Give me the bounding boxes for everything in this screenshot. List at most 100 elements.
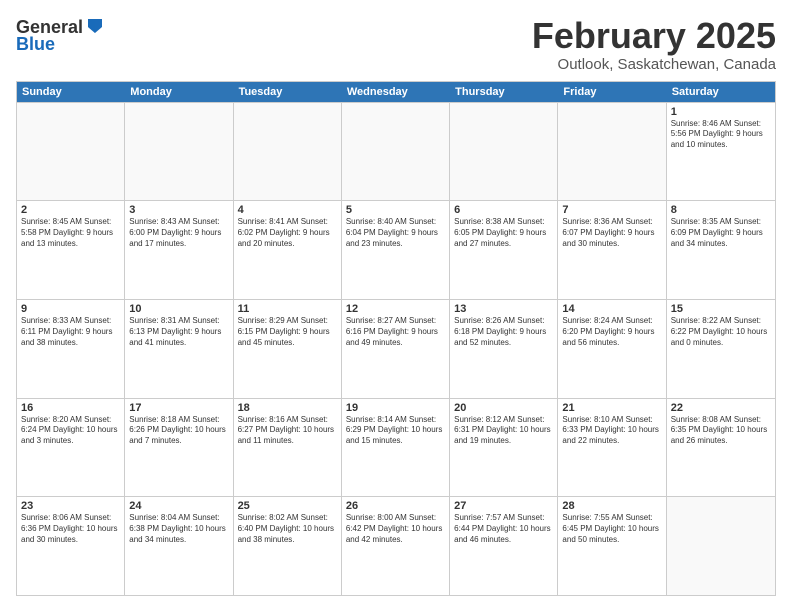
calendar: Sunday Monday Tuesday Wednesday Thursday… bbox=[16, 81, 776, 596]
cell-0-4 bbox=[450, 103, 558, 201]
cell-date-4-5: 28 bbox=[562, 500, 661, 512]
cell-date-3-3: 19 bbox=[346, 402, 445, 414]
cell-info-1-4: Sunrise: 8:38 AM Sunset: 6:05 PM Dayligh… bbox=[454, 217, 553, 249]
cell-info-4-5: Sunrise: 7:55 AM Sunset: 6:45 PM Dayligh… bbox=[562, 513, 661, 545]
cell-4-4: 27Sunrise: 7:57 AM Sunset: 6:44 PM Dayli… bbox=[450, 497, 558, 595]
cell-date-1-0: 2 bbox=[21, 204, 120, 216]
cell-0-6: 1Sunrise: 8:46 AM Sunset: 5:56 PM Daylig… bbox=[667, 103, 775, 201]
header-saturday: Saturday bbox=[667, 82, 775, 102]
cell-date-3-2: 18 bbox=[238, 402, 337, 414]
cell-4-3: 26Sunrise: 8:00 AM Sunset: 6:42 PM Dayli… bbox=[342, 497, 450, 595]
cell-date-4-0: 23 bbox=[21, 500, 120, 512]
cell-0-3 bbox=[342, 103, 450, 201]
cell-info-2-6: Sunrise: 8:22 AM Sunset: 6:22 PM Dayligh… bbox=[671, 316, 771, 348]
cell-info-2-0: Sunrise: 8:33 AM Sunset: 6:11 PM Dayligh… bbox=[21, 316, 120, 348]
logo-flag-icon bbox=[84, 16, 106, 38]
header-thursday: Thursday bbox=[450, 82, 558, 102]
cell-date-2-6: 15 bbox=[671, 303, 771, 315]
cell-date-4-2: 25 bbox=[238, 500, 337, 512]
cell-date-2-1: 10 bbox=[129, 303, 228, 315]
header: General Blue February 2025 Outlook, Sask… bbox=[16, 16, 776, 73]
cell-info-1-1: Sunrise: 8:43 AM Sunset: 6:00 PM Dayligh… bbox=[129, 217, 228, 249]
cell-info-3-0: Sunrise: 8:20 AM Sunset: 6:24 PM Dayligh… bbox=[21, 415, 120, 447]
cell-date-1-1: 3 bbox=[129, 204, 228, 216]
cell-date-4-4: 27 bbox=[454, 500, 553, 512]
cell-date-2-0: 9 bbox=[21, 303, 120, 315]
cell-date-3-6: 22 bbox=[671, 402, 771, 414]
cell-info-3-5: Sunrise: 8:10 AM Sunset: 6:33 PM Dayligh… bbox=[562, 415, 661, 447]
cell-3-6: 22Sunrise: 8:08 AM Sunset: 6:35 PM Dayli… bbox=[667, 399, 775, 497]
location: Outlook, Saskatchewan, Canada bbox=[532, 56, 776, 73]
cell-date-3-1: 17 bbox=[129, 402, 228, 414]
cell-4-2: 25Sunrise: 8:02 AM Sunset: 6:40 PM Dayli… bbox=[234, 497, 342, 595]
cell-date-2-4: 13 bbox=[454, 303, 553, 315]
cell-info-2-5: Sunrise: 8:24 AM Sunset: 6:20 PM Dayligh… bbox=[562, 316, 661, 348]
cell-3-4: 20Sunrise: 8:12 AM Sunset: 6:31 PM Dayli… bbox=[450, 399, 558, 497]
cell-4-1: 24Sunrise: 8:04 AM Sunset: 6:38 PM Dayli… bbox=[125, 497, 233, 595]
cell-info-4-2: Sunrise: 8:02 AM Sunset: 6:40 PM Dayligh… bbox=[238, 513, 337, 545]
cell-info-1-0: Sunrise: 8:45 AM Sunset: 5:58 PM Dayligh… bbox=[21, 217, 120, 249]
cell-date-1-5: 7 bbox=[562, 204, 661, 216]
cell-1-4: 6Sunrise: 8:38 AM Sunset: 6:05 PM Daylig… bbox=[450, 201, 558, 299]
week-row-0: 1Sunrise: 8:46 AM Sunset: 5:56 PM Daylig… bbox=[17, 102, 775, 201]
cell-2-0: 9Sunrise: 8:33 AM Sunset: 6:11 PM Daylig… bbox=[17, 300, 125, 398]
week-row-3: 16Sunrise: 8:20 AM Sunset: 6:24 PM Dayli… bbox=[17, 398, 775, 497]
cell-info-1-3: Sunrise: 8:40 AM Sunset: 6:04 PM Dayligh… bbox=[346, 217, 445, 249]
cell-3-3: 19Sunrise: 8:14 AM Sunset: 6:29 PM Dayli… bbox=[342, 399, 450, 497]
cell-info-1-5: Sunrise: 8:36 AM Sunset: 6:07 PM Dayligh… bbox=[562, 217, 661, 249]
cell-info-1-2: Sunrise: 8:41 AM Sunset: 6:02 PM Dayligh… bbox=[238, 217, 337, 249]
cell-info-0-6: Sunrise: 8:46 AM Sunset: 5:56 PM Dayligh… bbox=[671, 119, 771, 151]
cell-1-2: 4Sunrise: 8:41 AM Sunset: 6:02 PM Daylig… bbox=[234, 201, 342, 299]
header-friday: Friday bbox=[558, 82, 666, 102]
cell-2-4: 13Sunrise: 8:26 AM Sunset: 6:18 PM Dayli… bbox=[450, 300, 558, 398]
page: General Blue February 2025 Outlook, Sask… bbox=[0, 0, 792, 612]
header-wednesday: Wednesday bbox=[342, 82, 450, 102]
cell-0-2 bbox=[234, 103, 342, 201]
cell-date-3-4: 20 bbox=[454, 402, 553, 414]
header-sunday: Sunday bbox=[17, 82, 125, 102]
cell-info-3-2: Sunrise: 8:16 AM Sunset: 6:27 PM Dayligh… bbox=[238, 415, 337, 447]
cell-1-6: 8Sunrise: 8:35 AM Sunset: 6:09 PM Daylig… bbox=[667, 201, 775, 299]
cell-info-4-0: Sunrise: 8:06 AM Sunset: 6:36 PM Dayligh… bbox=[21, 513, 120, 545]
cell-3-5: 21Sunrise: 8:10 AM Sunset: 6:33 PM Dayli… bbox=[558, 399, 666, 497]
cell-4-5: 28Sunrise: 7:55 AM Sunset: 6:45 PM Dayli… bbox=[558, 497, 666, 595]
week-row-2: 9Sunrise: 8:33 AM Sunset: 6:11 PM Daylig… bbox=[17, 299, 775, 398]
cell-date-2-5: 14 bbox=[562, 303, 661, 315]
week-row-1: 2Sunrise: 8:45 AM Sunset: 5:58 PM Daylig… bbox=[17, 200, 775, 299]
cell-2-6: 15Sunrise: 8:22 AM Sunset: 6:22 PM Dayli… bbox=[667, 300, 775, 398]
calendar-body: 1Sunrise: 8:46 AM Sunset: 5:56 PM Daylig… bbox=[17, 102, 775, 595]
cell-info-4-3: Sunrise: 8:00 AM Sunset: 6:42 PM Dayligh… bbox=[346, 513, 445, 545]
cell-info-3-3: Sunrise: 8:14 AM Sunset: 6:29 PM Dayligh… bbox=[346, 415, 445, 447]
title-block: February 2025 Outlook, Saskatchewan, Can… bbox=[532, 16, 776, 73]
cell-date-2-2: 11 bbox=[238, 303, 337, 315]
cell-0-1 bbox=[125, 103, 233, 201]
cell-date-2-3: 12 bbox=[346, 303, 445, 315]
cell-date-3-5: 21 bbox=[562, 402, 661, 414]
cell-2-5: 14Sunrise: 8:24 AM Sunset: 6:20 PM Dayli… bbox=[558, 300, 666, 398]
cell-1-3: 5Sunrise: 8:40 AM Sunset: 6:04 PM Daylig… bbox=[342, 201, 450, 299]
cell-info-2-2: Sunrise: 8:29 AM Sunset: 6:15 PM Dayligh… bbox=[238, 316, 337, 348]
cell-4-6 bbox=[667, 497, 775, 595]
week-row-4: 23Sunrise: 8:06 AM Sunset: 6:36 PM Dayli… bbox=[17, 496, 775, 595]
cell-3-0: 16Sunrise: 8:20 AM Sunset: 6:24 PM Dayli… bbox=[17, 399, 125, 497]
cell-date-4-3: 26 bbox=[346, 500, 445, 512]
cell-date-4-1: 24 bbox=[129, 500, 228, 512]
header-tuesday: Tuesday bbox=[234, 82, 342, 102]
cell-info-3-6: Sunrise: 8:08 AM Sunset: 6:35 PM Dayligh… bbox=[671, 415, 771, 447]
cell-info-2-1: Sunrise: 8:31 AM Sunset: 6:13 PM Dayligh… bbox=[129, 316, 228, 348]
cell-date-1-6: 8 bbox=[671, 204, 771, 216]
cell-info-3-4: Sunrise: 8:12 AM Sunset: 6:31 PM Dayligh… bbox=[454, 415, 553, 447]
cell-0-0 bbox=[17, 103, 125, 201]
cell-info-1-6: Sunrise: 8:35 AM Sunset: 6:09 PM Dayligh… bbox=[671, 217, 771, 249]
cell-info-2-4: Sunrise: 8:26 AM Sunset: 6:18 PM Dayligh… bbox=[454, 316, 553, 348]
cell-3-1: 17Sunrise: 8:18 AM Sunset: 6:26 PM Dayli… bbox=[125, 399, 233, 497]
cell-info-2-3: Sunrise: 8:27 AM Sunset: 6:16 PM Dayligh… bbox=[346, 316, 445, 348]
cell-4-0: 23Sunrise: 8:06 AM Sunset: 6:36 PM Dayli… bbox=[17, 497, 125, 595]
cell-date-1-4: 6 bbox=[454, 204, 553, 216]
cell-date-1-2: 4 bbox=[238, 204, 337, 216]
cell-1-0: 2Sunrise: 8:45 AM Sunset: 5:58 PM Daylig… bbox=[17, 201, 125, 299]
cell-info-4-4: Sunrise: 7:57 AM Sunset: 6:44 PM Dayligh… bbox=[454, 513, 553, 545]
cell-info-3-1: Sunrise: 8:18 AM Sunset: 6:26 PM Dayligh… bbox=[129, 415, 228, 447]
header-monday: Monday bbox=[125, 82, 233, 102]
calendar-header: Sunday Monday Tuesday Wednesday Thursday… bbox=[17, 82, 775, 102]
